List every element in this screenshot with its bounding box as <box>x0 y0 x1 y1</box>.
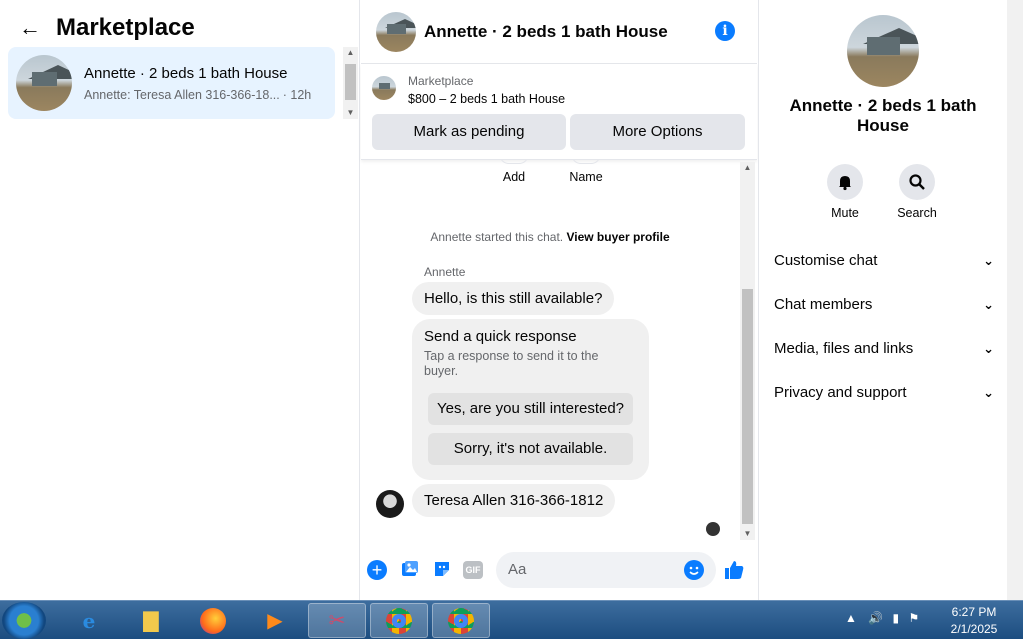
quick-reply-sorry-button[interactable]: Sorry, it's not available. <box>428 433 633 465</box>
emoji-icon[interactable] <box>684 560 704 580</box>
chat-panel: Annette · 2 beds 1 bath House i Marketpl… <box>361 0 757 600</box>
started-text: Annette started this chat. <box>430 230 564 244</box>
chrome-icon[interactable] <box>370 603 428 638</box>
quick-response-title: Send a quick response <box>424 328 577 345</box>
sticker-icon[interactable] <box>431 559 453 581</box>
plus-icon[interactable]: + <box>367 560 387 580</box>
chevron-down-icon: ⌄ <box>983 340 994 356</box>
chevron-down-icon: ⌄ <box>983 384 994 400</box>
conversation-name: Annette · 2 beds 1 bath House <box>84 64 288 82</box>
start-button-icon[interactable] <box>2 602 46 639</box>
section-chat-members[interactable]: Chat members ⌄ <box>774 296 994 313</box>
details-avatar[interactable] <box>847 15 919 87</box>
back-arrow-icon[interactable]: ← <box>12 10 48 46</box>
clock[interactable]: 6:27 PM 2/1/2025 <box>940 604 1008 638</box>
list-scrollbar[interactable]: ▲ ▼ <box>343 47 358 119</box>
chevron-down-icon: ⌄ <box>983 296 994 312</box>
section-media-files-links[interactable]: Media, files and links ⌄ <box>774 340 994 357</box>
system-tray: ▲ 🔊 ▮ ⚑ <box>845 611 919 625</box>
search-icon <box>899 164 935 200</box>
clock-date: 2/1/2025 <box>950 622 998 636</box>
section-label: Privacy and support <box>774 384 907 401</box>
conversation-item[interactable]: Annette · 2 beds 1 bath House Annette: T… <box>8 47 335 119</box>
details-title: Annette · 2 beds 1 bath House <box>789 96 977 135</box>
snipping-tool-icon[interactable]: ✂ <box>308 603 366 638</box>
windows-taskbar: e ▇ ▶ ✂ ▲ 🔊 ▮ ⚑ 6:27 PM 2/1/2025 <box>0 600 1023 639</box>
page-title: Marketplace <box>56 14 195 41</box>
chat-avatar[interactable] <box>376 11 416 52</box>
conversation-snippet: Annette: Teresa Allen 316-366-18... <box>84 87 280 102</box>
mute-button[interactable]: Mute <box>815 164 875 220</box>
section-label: Customise chat <box>774 252 878 269</box>
seen-avatar-icon <box>706 522 720 536</box>
volume-icon[interactable]: 🔊 <box>868 611 883 625</box>
add-action[interactable]: Add <box>499 160 529 184</box>
quick-response-card: Send a quick response Tap a response to … <box>412 319 649 480</box>
name-action[interactable]: Name <box>566 160 606 184</box>
name-label: Name <box>569 170 603 184</box>
listing-price-title[interactable]: $800 – 2 beds 1 bath House <box>408 92 565 106</box>
search-label: Search <box>897 206 937 220</box>
chat-header: Annette · 2 beds 1 bath House i <box>361 0 757 64</box>
sender-name: Annette <box>424 265 466 279</box>
more-options-button[interactable]: More Options <box>570 114 745 150</box>
quick-reply-yes-button[interactable]: Yes, are you still interested? <box>428 393 633 425</box>
conversation-list-panel: ← Marketplace Annette · 2 beds 1 bath Ho… <box>0 0 360 600</box>
listing-source: Marketplace <box>408 74 474 88</box>
show-hidden-icons[interactable]: ▲ <box>845 611 857 625</box>
scroll-down-icon[interactable]: ▼ <box>740 528 755 540</box>
section-label: Media, files and links <box>774 340 914 357</box>
firefox-icon[interactable] <box>184 603 242 638</box>
scroll-up-icon[interactable]: ▲ <box>343 47 358 59</box>
chat-scrollbar[interactable]: ▲ ▼ <box>740 162 755 540</box>
bell-icon <box>827 164 863 200</box>
listing-banner: Marketplace $800 – 2 beds 1 bath House M… <box>361 64 757 160</box>
section-label: Chat members <box>774 296 873 313</box>
scroll-thumb[interactable] <box>742 289 753 524</box>
view-buyer-profile-link[interactable]: View buyer profile <box>566 230 669 244</box>
message-bubble[interactable]: Hello, is this still available? <box>412 282 615 315</box>
photo-icon[interactable] <box>399 559 421 581</box>
chevron-down-icon: ⌄ <box>983 252 994 268</box>
left-header: ← Marketplace <box>12 10 195 46</box>
message-input[interactable]: Aa <box>496 552 716 588</box>
scroll-down-icon[interactable]: ▼ <box>343 107 358 119</box>
clock-time: 6:27 PM <box>951 605 997 619</box>
chrome-icon[interactable] <box>432 603 490 638</box>
gif-icon[interactable]: GIF <box>463 559 485 581</box>
ie-icon[interactable]: e <box>60 603 118 638</box>
window-scrollbar[interactable] <box>1007 0 1023 600</box>
conversation-time: · 12h <box>282 87 312 102</box>
media-player-icon[interactable]: ▶ <box>246 603 304 638</box>
thumbs-up-icon[interactable] <box>723 559 745 581</box>
section-customise-chat[interactable]: Customise chat ⌄ <box>774 252 994 269</box>
chat-started-notice: Annette started this chat. View buyer pr… <box>361 230 739 244</box>
mute-label: Mute <box>831 206 859 220</box>
sender-avatar[interactable] <box>376 490 404 518</box>
search-button[interactable]: Search <box>887 164 947 220</box>
chat-title[interactable]: Annette · 2 beds 1 bath House <box>424 22 668 42</box>
listing-thumbnail[interactable] <box>372 76 396 100</box>
network-icon[interactable]: ▮ <box>893 611 900 625</box>
message-thread: Add Name Annette started this chat. View… <box>361 160 739 540</box>
action-center-icon[interactable]: ⚑ <box>908 611 919 625</box>
scroll-thumb[interactable] <box>345 64 356 100</box>
mark-pending-button[interactable]: Mark as pending <box>372 114 566 150</box>
add-label: Add <box>502 170 526 184</box>
messenger-window: ← Marketplace Annette · 2 beds 1 bath Ho… <box>0 0 1023 600</box>
quick-response-subtitle: Tap a response to send it to the buyer. <box>424 349 599 378</box>
chat-details-panel: Annette · 2 beds 1 bath House Mute Searc… <box>758 0 1006 600</box>
composer: + GIF Aa <box>361 548 757 592</box>
scroll-up-icon[interactable]: ▲ <box>740 162 755 174</box>
listing-avatar <box>16 55 72 111</box>
file-explorer-icon[interactable]: ▇ <box>122 603 180 638</box>
gif-label: GIF <box>463 561 483 579</box>
message-bubble[interactable]: Teresa Allen 316-366-1812 <box>412 484 616 517</box>
section-privacy-support[interactable]: Privacy and support ⌄ <box>774 384 994 401</box>
info-icon[interactable]: i <box>715 21 735 41</box>
